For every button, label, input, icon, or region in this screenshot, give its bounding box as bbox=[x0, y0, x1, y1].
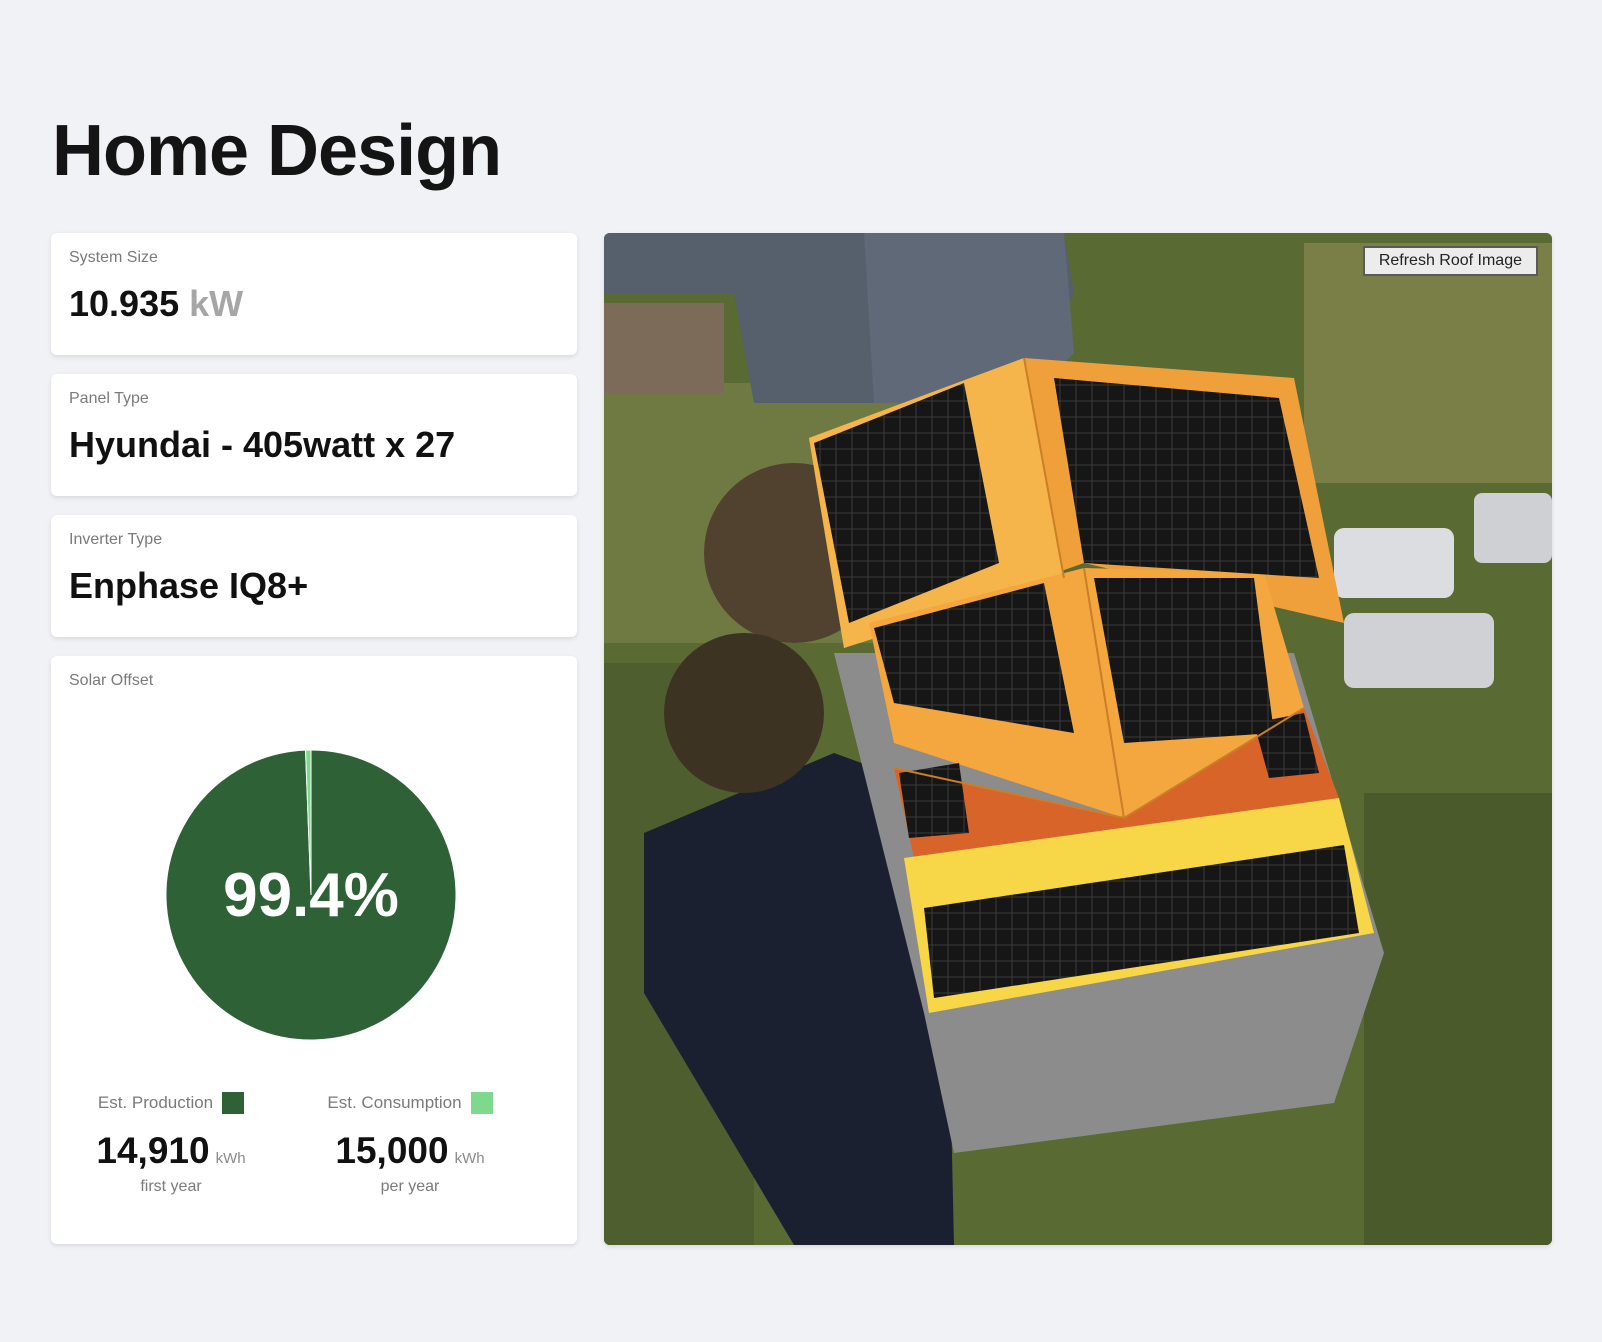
system-size-value: 10.935 bbox=[69, 283, 180, 324]
inverter-type-card: Inverter Type Enphase IQ8+ bbox=[51, 515, 577, 637]
panel-type-label: Panel Type bbox=[69, 390, 149, 407]
production-label: Est. Production bbox=[97, 1093, 214, 1112]
inverter-type-value: Enphase IQ8+ bbox=[69, 565, 309, 606]
production-stat: Est. Production 14,910 kWh first year bbox=[51, 1092, 291, 1196]
solar-offset-label: Solar Offset bbox=[69, 672, 154, 689]
production-period: first year bbox=[140, 1178, 202, 1195]
production-unit: kWh bbox=[215, 1150, 246, 1167]
roof-illustration bbox=[604, 233, 1552, 1245]
panel-type-card: Panel Type Hyundai - 405watt x 27 bbox=[51, 374, 577, 496]
production-legend-swatch bbox=[222, 1092, 245, 1114]
consumption-period: per year bbox=[380, 1178, 440, 1195]
system-size-unit: kW bbox=[189, 283, 244, 324]
page-title: Home Design bbox=[52, 111, 502, 191]
consumption-stat: Est. Consumption 15,000 kWh per year bbox=[290, 1092, 530, 1196]
consumption-value: 15,000 bbox=[335, 1130, 449, 1171]
refresh-roof-image-button[interactable]: Refresh Roof Image bbox=[1362, 246, 1538, 276]
solar-offset-percent: 99.4% bbox=[223, 860, 399, 930]
panel-array-small-left bbox=[899, 763, 969, 838]
panel-array-upper-right bbox=[1054, 378, 1319, 578]
system-size-value-row: 10.935 kW bbox=[69, 283, 559, 325]
consumption-label: Est. Consumption bbox=[327, 1093, 462, 1112]
roof-aerial-image: Refresh Roof Image bbox=[604, 233, 1552, 1245]
system-size-card: System Size 10.935 kW bbox=[51, 233, 577, 355]
production-value: 14,910 bbox=[96, 1130, 210, 1171]
solar-offset-card: Solar Offset 99.4% Est. Production 14,91… bbox=[51, 656, 577, 1244]
consumption-legend-swatch bbox=[470, 1092, 493, 1114]
panel-type-value: Hyundai - 405watt x 27 bbox=[69, 424, 456, 465]
panel-array-middle-right bbox=[1094, 578, 1274, 743]
system-size-label: System Size bbox=[69, 249, 158, 266]
solar-offset-pie-chart: 99.4% bbox=[164, 748, 458, 1042]
consumption-unit: kWh bbox=[454, 1150, 485, 1167]
inverter-type-label: Inverter Type bbox=[69, 531, 163, 548]
